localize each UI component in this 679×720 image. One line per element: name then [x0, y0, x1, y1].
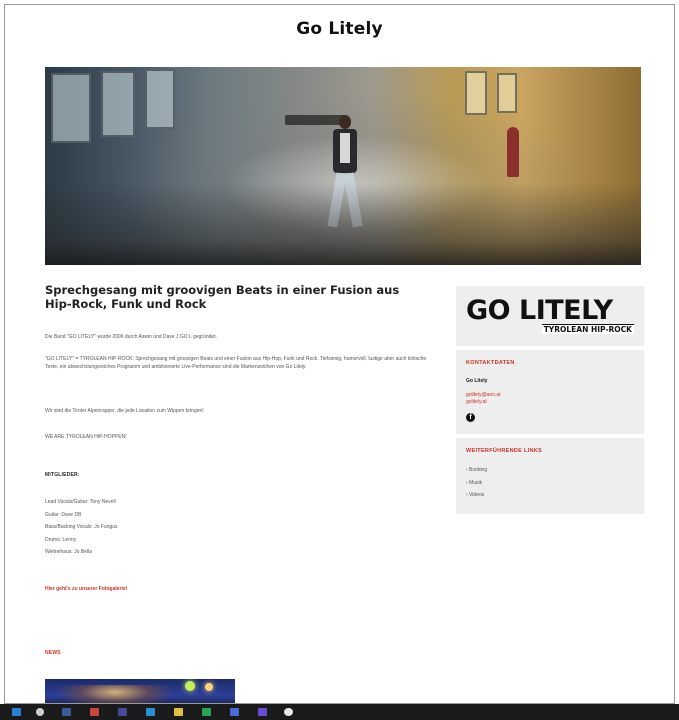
windows-start-icon[interactable]: [12, 708, 21, 716]
app-icon[interactable]: [230, 708, 239, 716]
contact-title: KONTAKTDATEN: [466, 360, 515, 366]
sidebar: GO LITELY TYROLEAN HIP-ROCK KONTAKTDATEN…: [456, 286, 644, 514]
members-list: Lead Vocals/Guitar: Tony Nevell Guitar: …: [45, 496, 118, 559]
window-shape: [101, 71, 135, 137]
app-icon[interactable]: [202, 708, 211, 716]
intro-paragraph: Die Band "GO LITELY" wurde 2006 durch As…: [45, 334, 217, 340]
chrome-icon[interactable]: [284, 708, 293, 716]
facebook-icon[interactable]: f: [466, 413, 475, 422]
performer-head: [339, 115, 351, 129]
gallery-link[interactable]: Hier geht's zu unserer Fotogalerie!: [45, 586, 127, 592]
tagline-paragraph: Wir sind die Tiroler Alpenrapper, die je…: [45, 408, 204, 414]
member-item: Lead Vocals/Guitar: Tony Nevell: [45, 499, 116, 505]
search-icon[interactable]: [36, 708, 44, 716]
app-icon[interactable]: [118, 708, 127, 716]
member-item: Weltreihaus: Jo Bella: [45, 549, 92, 555]
news-title: NEWS: [45, 650, 61, 656]
sidebar-link-musik[interactable]: › Musik: [466, 477, 634, 490]
logo-text: GO LITELY: [466, 295, 613, 326]
contact-web-link[interactable]: golitely.at: [466, 399, 634, 406]
stage-light: [185, 681, 195, 691]
news-thumbnail-image[interactable]: [45, 679, 235, 703]
background-figure: [507, 127, 519, 177]
links-title: WEITERFÜHRENDE LINKS: [466, 448, 542, 454]
band-logo[interactable]: GO LITELY TYROLEAN HIP-ROCK: [456, 286, 644, 346]
performer-shirt: [340, 133, 350, 163]
slogan-paragraph: WE ARE TYROLEAN HIP-HOPPEN!: [45, 434, 127, 440]
hero-floor-shade: [45, 181, 641, 265]
site-title[interactable]: Go Litely: [5, 19, 674, 39]
contact-name: Go Litely: [466, 378, 488, 384]
browser-viewport: Go Litely Sprechgesang mit groovigen Bea…: [4, 4, 675, 704]
taskbar: [0, 704, 679, 720]
member-item: Drums: Lenny: [45, 536, 77, 543]
app-icon[interactable]: [258, 708, 267, 716]
sidebar-link-videos[interactable]: › Videos: [466, 489, 634, 502]
member-item: Bass/Backing Vocals: Jo Fungus: [45, 524, 118, 530]
window-shape: [465, 71, 487, 115]
logo-subtitle: TYROLEAN HIP-ROCK: [541, 324, 634, 334]
links-widget: WEITERFÜHRENDE LINKS › Booking › Musik ›…: [456, 438, 644, 514]
stage-glow: [55, 685, 175, 703]
contact-widget: KONTAKTDATEN Go Litely golitely@aon.at g…: [456, 350, 644, 434]
members-title: MITGLIEDER:: [45, 472, 80, 478]
contact-email-link[interactable]: golitely@aon.at: [466, 392, 634, 399]
hero-banner-image: [45, 67, 641, 265]
window-shape: [51, 73, 91, 143]
app-icon[interactable]: [174, 708, 183, 716]
links-list: › Booking › Musik › Videos: [466, 464, 634, 502]
file-explorer-icon[interactable]: [62, 708, 71, 716]
description-paragraph: "GO LITELY" = TYROLEAN HIP-ROCK: Sprechg…: [45, 356, 427, 370]
sidebar-link-booking[interactable]: › Booking: [466, 464, 634, 477]
main-content: Sprechgesang mit groovigen Beats in eine…: [45, 283, 426, 703]
member-item: Guitar: Dave DB: [45, 511, 82, 518]
app-icon[interactable]: [146, 708, 155, 716]
main-heading: Sprechgesang mit groovigen Beats in eine…: [45, 283, 400, 311]
stage-light: [205, 683, 213, 691]
app-icon[interactable]: [90, 708, 99, 716]
window-shape: [497, 73, 517, 113]
window-shape: [145, 69, 175, 129]
